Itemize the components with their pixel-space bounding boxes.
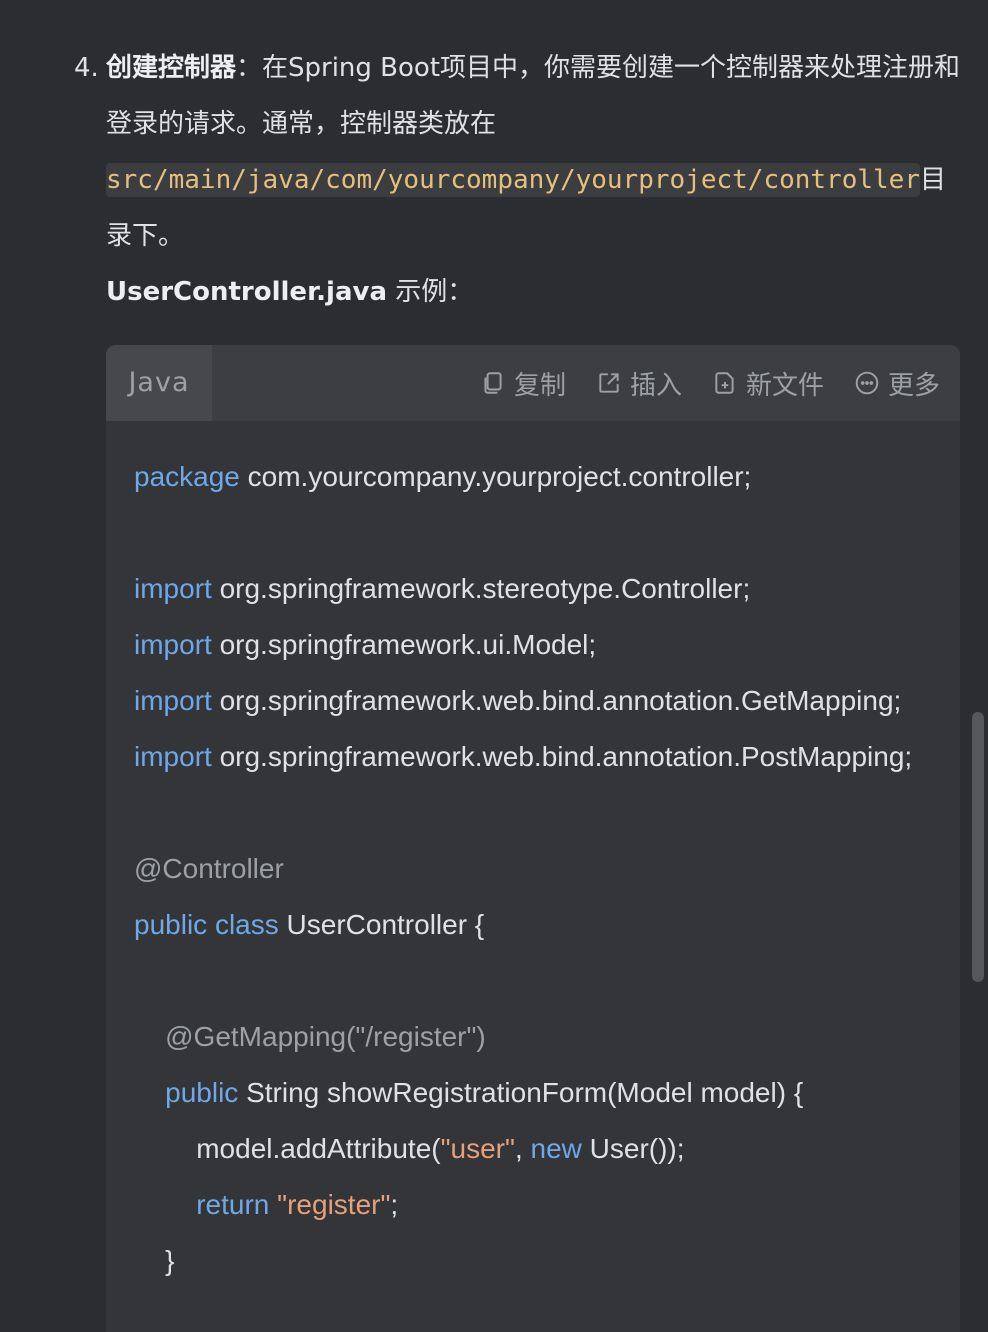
code-line: @Controller <box>134 841 960 897</box>
new-file-icon <box>715 372 734 394</box>
code-block-header: Java 复制 插入 新文件 更多 <box>106 345 960 421</box>
code-line: import org.springframework.web.bind.anno… <box>134 729 960 785</box>
code-line: public String showRegistrationForm(Model… <box>134 1065 960 1121</box>
code-token: org.springframework.web.bind.annotation.… <box>211 741 913 772</box>
code-line: import org.springframework.ui.Model; <box>134 617 960 673</box>
more-button[interactable]: 更多 <box>854 365 940 402</box>
code-line: } <box>134 1233 960 1289</box>
code-token: public <box>134 909 208 940</box>
code-token: } <box>134 1245 175 1276</box>
more-icon <box>855 371 879 395</box>
code-line: return "register"; <box>134 1177 960 1233</box>
code-token: User()); <box>581 1133 685 1164</box>
code-token: org.springframework.stereotype.Controlle… <box>211 573 751 604</box>
step-number: 4. <box>74 53 99 83</box>
new-file-button[interactable]: 新文件 <box>712 365 824 402</box>
code-token: @Controller <box>134 853 284 884</box>
code-token: public <box>165 1077 239 1108</box>
code-token: new <box>530 1133 582 1164</box>
code-token: String showRegistrationForm(Model model)… <box>238 1077 804 1108</box>
code-line: import org.springframework.web.bind.anno… <box>134 673 960 729</box>
code-token: package <box>134 461 240 492</box>
code-token: @GetMapping("/register") <box>165 1021 486 1052</box>
code-token: org.springframework.web.bind.annotation.… <box>211 685 902 716</box>
code-line: import org.springframework.stereotype.Co… <box>134 561 960 617</box>
code-token: "user" <box>440 1133 515 1164</box>
code-token: ; <box>390 1189 399 1220</box>
step-body: 创建控制器：在Spring Boot项目中，你需要创建一个控制器来处理注册和登录… <box>106 40 964 320</box>
code-token: com.yourcompany.yourproject.controller; <box>239 461 752 492</box>
code-line: @GetMapping("/register") <box>134 1009 960 1065</box>
code-token: , <box>514 1133 531 1164</box>
external-link-icon <box>599 373 619 393</box>
code-token: return <box>196 1189 270 1220</box>
code-line: model.addAttribute("user", new User()); <box>134 1121 960 1177</box>
code-token: import <box>134 573 212 604</box>
insert-label: 插入 <box>629 370 682 401</box>
code-content: package com.yourcompany.yourproject.cont… <box>134 449 960 1289</box>
new-file-label: 新文件 <box>745 370 824 401</box>
language-label: Java <box>106 345 212 421</box>
copy-icon <box>484 372 502 394</box>
code-token: import <box>134 685 212 716</box>
more-label: 更多 <box>887 370 940 401</box>
code-token: org.springframework.ui.Model; <box>211 629 597 660</box>
code-line: package com.yourcompany.yourproject.cont… <box>134 449 960 505</box>
code-line: public class UserController { <box>134 897 960 953</box>
example-filename: UserController.java <box>106 277 388 307</box>
chat-message-panel: 4. 创建控制器：在Spring Boot项目中，你需要创建一个控制器来处理注册… <box>0 0 988 1332</box>
code-actions: 复制 插入 新文件 更多 <box>480 345 940 421</box>
copy-button[interactable]: 复制 <box>480 365 566 402</box>
inline-code-path: src/main/java/com/yourcompany/yourprojec… <box>106 163 920 197</box>
code-token: "register" <box>277 1189 391 1220</box>
code-token: class <box>214 909 279 940</box>
copy-label: 复制 <box>513 370 566 401</box>
code-token: model.addAttribute( <box>134 1133 441 1164</box>
step-4: 4. 创建控制器：在Spring Boot项目中，你需要创建一个控制器来处理注册… <box>74 40 964 320</box>
code-token: UserController { <box>278 909 485 940</box>
example-caption: UserController.java 示例： <box>106 264 964 320</box>
insert-button[interactable]: 插入 <box>596 365 682 402</box>
code-block: Java 复制 插入 新文件 更多 package com.yourcompan… <box>106 345 960 1332</box>
code-token: import <box>134 741 212 772</box>
scrollbar-thumb[interactable] <box>972 712 984 982</box>
code-token: import <box>134 629 212 660</box>
example-suffix: 示例： <box>387 277 474 307</box>
step-title: 创建控制器 <box>106 53 237 83</box>
